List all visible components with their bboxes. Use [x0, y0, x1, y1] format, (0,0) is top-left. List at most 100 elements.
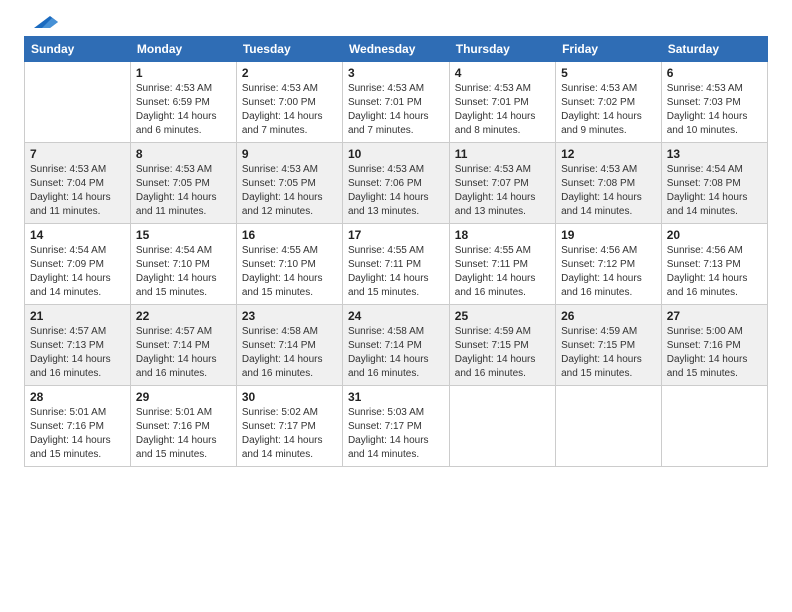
calendar-cell: 28 Sunrise: 5:01 AM Sunset: 7:16 PM Dayli…	[25, 386, 131, 467]
day-number: 28	[30, 390, 125, 404]
calendar-cell: 19 Sunrise: 4:56 AM Sunset: 7:12 PM Dayli…	[556, 224, 662, 305]
calendar-cell: 1 Sunrise: 4:53 AM Sunset: 6:59 PM Daylig…	[130, 62, 236, 143]
calendar-cell: 16 Sunrise: 4:55 AM Sunset: 7:10 PM Dayli…	[236, 224, 342, 305]
weekday-header-wednesday: Wednesday	[342, 37, 449, 62]
day-number: 14	[30, 228, 125, 242]
day-number: 11	[455, 147, 550, 161]
day-info: Sunrise: 4:54 AM Sunset: 7:09 PM Dayligh…	[30, 244, 125, 300]
day-number: 21	[30, 309, 125, 323]
day-info: Sunrise: 4:54 AM Sunset: 7:10 PM Dayligh…	[136, 244, 231, 300]
calendar-cell	[661, 386, 767, 467]
day-number: 18	[455, 228, 550, 242]
day-info: Sunrise: 4:57 AM Sunset: 7:14 PM Dayligh…	[136, 325, 231, 381]
day-number: 15	[136, 228, 231, 242]
day-info: Sunrise: 4:53 AM Sunset: 7:05 PM Dayligh…	[136, 163, 231, 219]
calendar-cell: 10Sunrise: 4:53 AM Sunset: 7:06 PM Dayli…	[342, 143, 449, 224]
weekday-header-sunday: Sunday	[25, 37, 131, 62]
week-row-5: 28 Sunrise: 5:01 AM Sunset: 7:16 PM Dayli…	[25, 386, 768, 467]
logo-icon	[26, 12, 58, 32]
day-number: 9	[242, 147, 337, 161]
day-info: Sunrise: 4:59 AM Sunset: 7:15 PM Dayligh…	[561, 325, 656, 381]
day-number: 10	[348, 147, 444, 161]
calendar-cell: 29Sunrise: 5:01 AM Sunset: 7:16 PM Dayli…	[130, 386, 236, 467]
day-info: Sunrise: 5:01 AM Sunset: 7:16 PM Dayligh…	[30, 406, 125, 462]
day-info: Sunrise: 4:55 AM Sunset: 7:11 PM Dayligh…	[348, 244, 444, 300]
day-info: Sunrise: 4:53 AM Sunset: 7:01 PM Dayligh…	[455, 82, 550, 138]
calendar-cell: 24 Sunrise: 4:58 AM Sunset: 7:14 PM Dayli…	[342, 305, 449, 386]
day-info: Sunrise: 4:58 AM Sunset: 7:14 PM Dayligh…	[348, 325, 444, 381]
day-info: Sunrise: 5:01 AM Sunset: 7:16 PM Dayligh…	[136, 406, 231, 462]
day-number: 6	[667, 66, 762, 80]
day-number: 26	[561, 309, 656, 323]
calendar-cell: 22 Sunrise: 4:57 AM Sunset: 7:14 PM Dayli…	[130, 305, 236, 386]
day-number: 17	[348, 228, 444, 242]
day-number: 1	[136, 66, 231, 80]
day-info: Sunrise: 4:53 AM Sunset: 6:59 PM Dayligh…	[136, 82, 231, 138]
calendar-cell: 21 Sunrise: 4:57 AM Sunset: 7:13 PM Dayli…	[25, 305, 131, 386]
weekday-header-saturday: Saturday	[661, 37, 767, 62]
week-row-2: 7Sunrise: 4:53 AM Sunset: 7:04 PM Daylig…	[25, 143, 768, 224]
day-number: 13	[667, 147, 762, 161]
weekday-header-row: SundayMondayTuesdayWednesdayThursdayFrid…	[25, 37, 768, 62]
calendar-cell: 14 Sunrise: 4:54 AM Sunset: 7:09 PM Dayli…	[25, 224, 131, 305]
day-info: Sunrise: 4:53 AM Sunset: 7:08 PM Dayligh…	[561, 163, 656, 219]
day-number: 4	[455, 66, 550, 80]
calendar-cell: 7Sunrise: 4:53 AM Sunset: 7:04 PM Daylig…	[25, 143, 131, 224]
day-number: 23	[242, 309, 337, 323]
calendar-cell	[449, 386, 555, 467]
calendar-cell: 5 Sunrise: 4:53 AM Sunset: 7:02 PM Daylig…	[556, 62, 662, 143]
calendar-cell: 23 Sunrise: 4:58 AM Sunset: 7:14 PM Dayli…	[236, 305, 342, 386]
calendar-cell: 8 Sunrise: 4:53 AM Sunset: 7:05 PM Daylig…	[130, 143, 236, 224]
day-info: Sunrise: 4:56 AM Sunset: 7:13 PM Dayligh…	[667, 244, 762, 300]
calendar-cell: 12 Sunrise: 4:53 AM Sunset: 7:08 PM Dayli…	[556, 143, 662, 224]
day-info: Sunrise: 5:02 AM Sunset: 7:17 PM Dayligh…	[242, 406, 337, 462]
day-number: 24	[348, 309, 444, 323]
weekday-header-friday: Friday	[556, 37, 662, 62]
day-number: 8	[136, 147, 231, 161]
week-row-4: 21 Sunrise: 4:57 AM Sunset: 7:13 PM Dayli…	[25, 305, 768, 386]
day-number: 12	[561, 147, 656, 161]
calendar-cell: 27Sunrise: 5:00 AM Sunset: 7:16 PM Dayli…	[661, 305, 767, 386]
day-info: Sunrise: 4:53 AM Sunset: 7:03 PM Dayligh…	[667, 82, 762, 138]
day-number: 3	[348, 66, 444, 80]
header	[24, 18, 768, 28]
calendar-cell: 26 Sunrise: 4:59 AM Sunset: 7:15 PM Dayli…	[556, 305, 662, 386]
day-info: Sunrise: 4:56 AM Sunset: 7:12 PM Dayligh…	[561, 244, 656, 300]
calendar-cell	[556, 386, 662, 467]
day-info: Sunrise: 4:58 AM Sunset: 7:14 PM Dayligh…	[242, 325, 337, 381]
day-number: 31	[348, 390, 444, 404]
day-number: 22	[136, 309, 231, 323]
day-number: 25	[455, 309, 550, 323]
calendar-cell: 2 Sunrise: 4:53 AM Sunset: 7:00 PM Daylig…	[236, 62, 342, 143]
day-number: 7	[30, 147, 125, 161]
calendar-cell: 18Sunrise: 4:55 AM Sunset: 7:11 PM Dayli…	[449, 224, 555, 305]
calendar-cell: 30 Sunrise: 5:02 AM Sunset: 7:17 PM Dayli…	[236, 386, 342, 467]
calendar-cell	[25, 62, 131, 143]
calendar-cell: 31Sunrise: 5:03 AM Sunset: 7:17 PM Dayli…	[342, 386, 449, 467]
calendar-cell: 9 Sunrise: 4:53 AM Sunset: 7:05 PM Daylig…	[236, 143, 342, 224]
day-number: 2	[242, 66, 337, 80]
day-info: Sunrise: 5:00 AM Sunset: 7:16 PM Dayligh…	[667, 325, 762, 381]
calendar-cell: 6 Sunrise: 4:53 AM Sunset: 7:03 PM Daylig…	[661, 62, 767, 143]
day-number: 16	[242, 228, 337, 242]
day-info: Sunrise: 4:53 AM Sunset: 7:07 PM Dayligh…	[455, 163, 550, 219]
day-info: Sunrise: 4:57 AM Sunset: 7:13 PM Dayligh…	[30, 325, 125, 381]
weekday-header-thursday: Thursday	[449, 37, 555, 62]
calendar-cell: 3Sunrise: 4:53 AM Sunset: 7:01 PM Daylig…	[342, 62, 449, 143]
calendar-cell: 20 Sunrise: 4:56 AM Sunset: 7:13 PM Dayli…	[661, 224, 767, 305]
day-number: 5	[561, 66, 656, 80]
day-info: Sunrise: 4:55 AM Sunset: 7:10 PM Dayligh…	[242, 244, 337, 300]
weekday-header-monday: Monday	[130, 37, 236, 62]
day-info: Sunrise: 4:53 AM Sunset: 7:00 PM Dayligh…	[242, 82, 337, 138]
day-info: Sunrise: 4:53 AM Sunset: 7:02 PM Dayligh…	[561, 82, 656, 138]
day-number: 30	[242, 390, 337, 404]
logo	[24, 18, 58, 28]
day-number: 19	[561, 228, 656, 242]
day-info: Sunrise: 4:53 AM Sunset: 7:05 PM Dayligh…	[242, 163, 337, 219]
day-info: Sunrise: 4:59 AM Sunset: 7:15 PM Dayligh…	[455, 325, 550, 381]
calendar-cell: 15 Sunrise: 4:54 AM Sunset: 7:10 PM Dayli…	[130, 224, 236, 305]
weekday-header-tuesday: Tuesday	[236, 37, 342, 62]
calendar-cell: 4 Sunrise: 4:53 AM Sunset: 7:01 PM Daylig…	[449, 62, 555, 143]
calendar-cell: 17 Sunrise: 4:55 AM Sunset: 7:11 PM Dayli…	[342, 224, 449, 305]
day-number: 20	[667, 228, 762, 242]
